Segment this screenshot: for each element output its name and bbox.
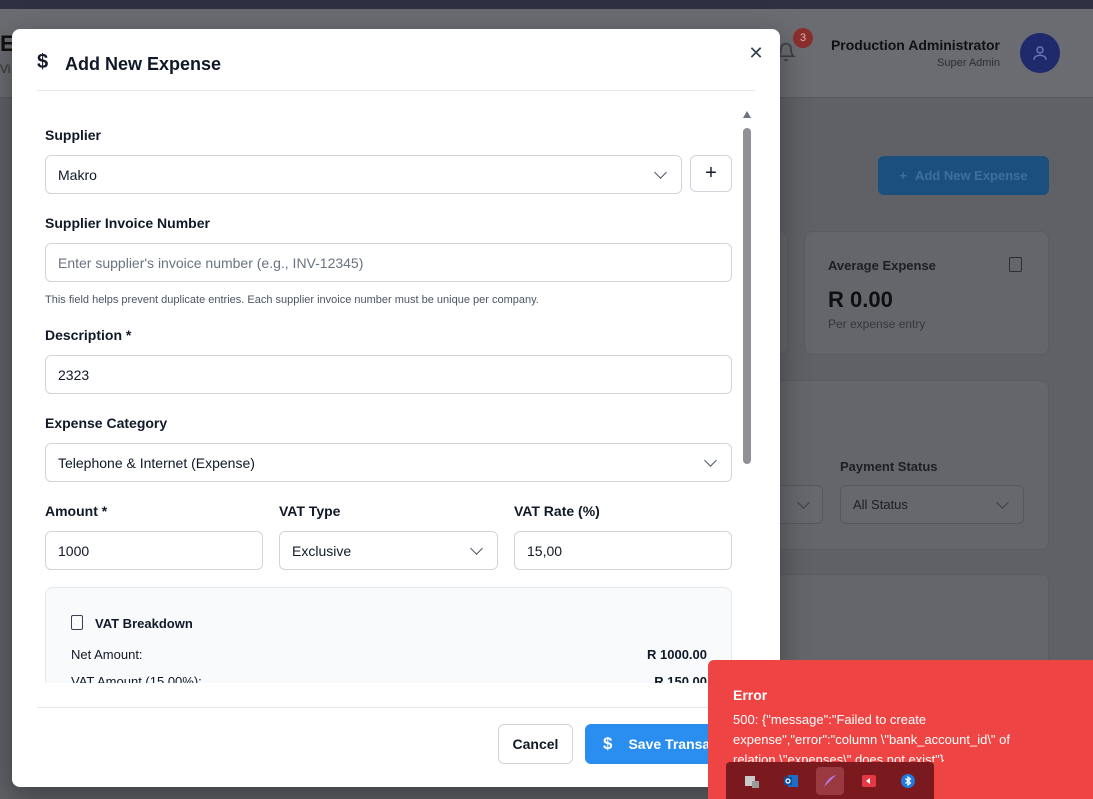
modal-body[interactable]: Supplier Makro + Supplier Invoice Number… [12,91,780,683]
payment-status-value: All Status [853,497,908,512]
net-amount-label: Net Amount: [71,647,143,662]
user-name: Production Administrator [830,37,1000,53]
vat-type-select[interactable]: Exclusive [279,531,498,570]
average-expense-sub: Per expense entry [828,317,926,331]
add-new-expense-button[interactable]: + Add New Expense [878,156,1049,195]
feather-icon[interactable] [815,766,844,795]
close-icon[interactable]: ✕ [747,44,765,62]
category-value: Telephone & Internet (Expense) [58,454,255,471]
system-tray-overflow [726,762,934,799]
invoice-help-text: This field helps prevent duplicate entri… [45,294,539,306]
invoice-number-input[interactable]: Enter supplier's invoice number (e.g., I… [45,243,732,282]
vat-type-value: Exclusive [292,542,352,559]
user-role: Super Admin [937,57,1000,69]
outlook-offline-icon[interactable] [738,767,766,795]
calculator-icon [71,615,83,630]
window-top-strip [0,0,1093,9]
notification-badge: 3 [793,28,813,48]
supplier-label: Supplier [45,127,102,143]
avatar[interactable] [1020,33,1060,73]
category-select[interactable]: Telephone & Internet (Expense) [45,443,732,482]
vat-amount-value: R 150.00 [654,674,707,683]
dollar-icon: $ [37,51,49,73]
description-input[interactable]: 2323 [45,355,732,394]
payment-status-select[interactable]: All Status [840,485,1024,524]
invoice-number-placeholder: Enter supplier's invoice number (e.g., I… [58,254,364,271]
remote-desktop-icon[interactable] [855,767,883,795]
chevron-down-icon [654,165,667,179]
description-value: 2323 [58,366,90,383]
modal-header: $ Add New Expense [37,29,755,91]
amount-value: 1000 [58,542,90,559]
vat-breakdown-title: VAT Breakdown [95,616,193,631]
dollar-icon: $ [603,734,613,753]
bluetooth-icon[interactable] [894,767,922,795]
supplier-select[interactable]: Makro [45,155,682,194]
modal-title: Add New Expense [65,54,222,74]
average-expense-value: R 0.00 [828,287,893,312]
scrollbar-thumb[interactable] [743,128,751,464]
vat-amount-label: VAT Amount (15.00%): [71,674,202,683]
net-amount-value: R 1000.00 [647,647,707,662]
modal-scrollbar[interactable] [742,111,752,683]
vat-type-label: VAT Type [279,503,341,519]
page-subtitle: Vi [0,62,11,76]
outlook-icon[interactable] [777,767,805,795]
invoice-number-label: Supplier Invoice Number [45,215,210,231]
chevron-down-icon [797,495,810,509]
add-supplier-button[interactable]: + [690,155,732,192]
chevron-down-icon [704,453,717,467]
user-icon [1033,46,1047,60]
toast-message: 500: {"message":"Failed to create expens… [733,712,1011,762]
add-expense-modal: $ Add New Expense ✕ Supplier Makro + Sup… [12,29,780,787]
amount-input[interactable]: 1000 [45,531,263,570]
toast-title: Error [733,687,768,703]
amount-label: Amount * [45,503,108,519]
add-new-expense-label: Add New Expense [914,168,1028,183]
table-card [760,574,1049,674]
chevron-down-icon [996,495,1009,509]
vat-rate-label: VAT Rate (%) [514,503,600,519]
scroll-up-icon[interactable] [743,111,751,118]
average-expense-label: Average Expense [828,258,936,273]
category-label: Expense Category [45,415,168,431]
cancel-button[interactable]: Cancel [498,724,573,764]
plus-icon: + [899,168,907,183]
supplier-value: Makro [58,166,97,183]
description-label: Description * [45,327,132,343]
vat-breakdown-panel: VAT Breakdown Net Amount: R 1000.00 VAT … [45,587,732,683]
vat-rate-value: 15,00 [527,542,563,559]
modal-footer-divider [37,707,755,708]
plus-icon: + [705,162,717,184]
chevron-down-icon [470,541,483,555]
calculator-icon [1009,257,1022,272]
vat-rate-input[interactable]: 15,00 [514,531,732,570]
payment-status-label: Payment Status [840,459,938,474]
